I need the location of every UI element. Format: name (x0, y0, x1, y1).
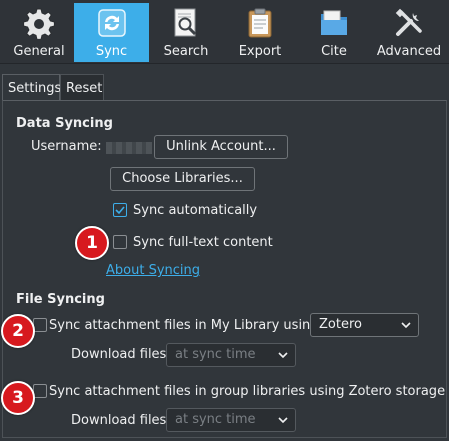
annotation-badge-3: 3 (1, 381, 35, 415)
sync-icon (97, 9, 126, 37)
download-files-label-1: Download files (71, 347, 167, 362)
checkmark-icon (115, 206, 125, 215)
annotation-badge-1: 1 (75, 226, 109, 260)
sync-fulltext-checkbox[interactable] (113, 235, 127, 249)
sync-my-library-checkbox[interactable] (33, 318, 47, 332)
toolbar-cite-button[interactable]: Cite (298, 3, 370, 62)
sync-group-libraries-checkbox[interactable] (33, 384, 47, 398)
chevron-down-icon (278, 352, 288, 359)
download-files-select-1[interactable]: at sync time (166, 343, 296, 367)
choose-libraries-button[interactable]: Choose Libraries... (110, 167, 255, 191)
file-syncing-heading: File Syncing (16, 292, 105, 307)
username-label: Username: (31, 139, 102, 154)
gear-icon (23, 8, 55, 39)
clipboard-icon (248, 8, 272, 38)
data-syncing-heading: Data Syncing (16, 116, 113, 131)
tab-settings-label: Settings (8, 81, 62, 96)
storage-select-value: Zotero (319, 317, 362, 332)
toolbar-cite-label: Cite (321, 44, 347, 59)
toolbar-search-label: Search (163, 44, 209, 59)
sync-automatically-label: Sync automatically (133, 203, 258, 218)
toolbar-export-button[interactable]: Export (222, 3, 298, 62)
chevron-down-icon (401, 322, 411, 329)
folder-icon (321, 10, 347, 35)
username-value (106, 142, 152, 154)
sync-my-library-label: Sync attachment files in My Library usin… (49, 318, 319, 333)
preferences-toolbar: General Sync Search Export Cite Advanced (0, 0, 449, 64)
toolbar-general-button[interactable]: General (4, 3, 74, 62)
storage-select[interactable]: Zotero (310, 313, 419, 337)
chevron-down-icon (278, 417, 288, 424)
sync-fulltext-label: Sync full-text content (133, 235, 273, 250)
sync-group-libraries-label: Sync attachment files in group libraries… (49, 384, 446, 399)
toolbar-search-button[interactable]: Search (150, 3, 222, 62)
toolbar-general-label: General (13, 44, 65, 59)
annotation-badge-2: 2 (1, 314, 35, 348)
toolbar-advanced-label: Advanced (376, 44, 442, 59)
about-syncing-link[interactable]: About Syncing (106, 263, 200, 278)
tab-settings[interactable]: Settings (2, 74, 62, 100)
download-files-value-2: at sync time (175, 412, 256, 427)
tab-reset[interactable]: Reset (60, 74, 104, 100)
download-files-value-1: at sync time (175, 347, 256, 362)
unlink-account-button[interactable]: Unlink Account... (154, 135, 288, 159)
toolbar-sync-label: Sync (95, 44, 128, 59)
search-icon (174, 8, 197, 37)
toolbar-advanced-button[interactable]: Advanced (372, 3, 446, 62)
tab-reset-label: Reset (66, 81, 103, 96)
download-files-label-2: Download files (71, 413, 167, 428)
download-files-select-2[interactable]: at sync time (166, 408, 296, 432)
toolbar-sync-button[interactable]: Sync (74, 3, 149, 62)
toolbar-export-label: Export (238, 44, 282, 59)
sync-automatically-checkbox[interactable] (113, 203, 127, 217)
tools-icon (395, 8, 422, 36)
